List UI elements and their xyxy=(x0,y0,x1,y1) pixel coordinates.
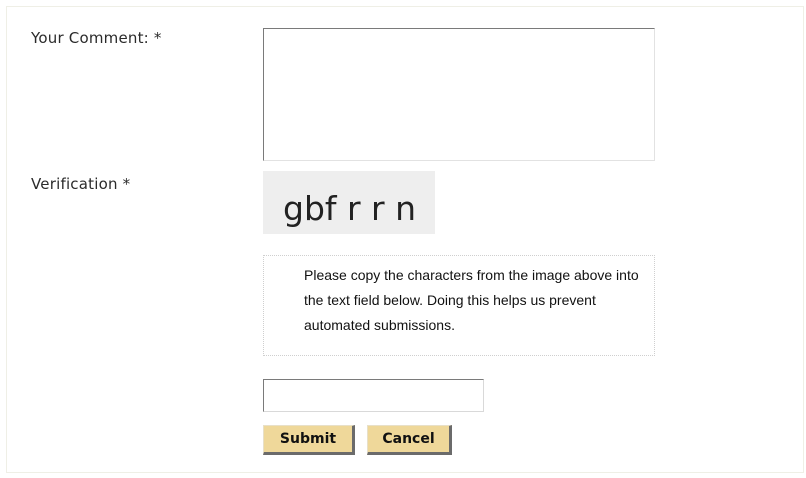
comment-label: Your Comment: * xyxy=(31,29,162,47)
comment-textarea[interactable] xyxy=(263,28,655,161)
verification-label: Verification * xyxy=(31,175,131,193)
captcha-text: gbf r r n xyxy=(283,189,416,228)
cancel-button[interactable]: Cancel xyxy=(367,425,452,455)
comment-form: Your Comment: * Verification * gbf r r n… xyxy=(6,6,804,473)
captcha-instructions: Please copy the characters from the imag… xyxy=(263,255,655,356)
captcha-image: gbf r r n xyxy=(263,171,435,234)
captcha-input[interactable] xyxy=(263,379,484,412)
submit-button[interactable]: Submit xyxy=(263,425,355,455)
